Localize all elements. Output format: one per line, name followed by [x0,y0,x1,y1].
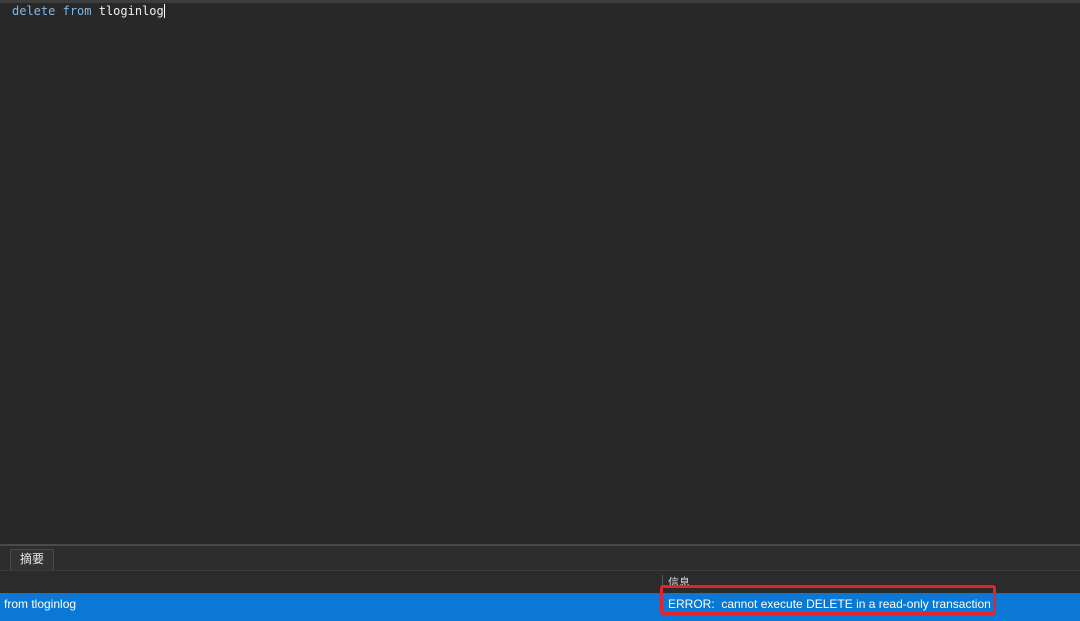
status-bar: from tloginlog ERROR: cannot execute DEL… [0,593,1080,621]
code-line[interactable]: delete from tloginlog [12,4,165,18]
results-tab-strip: 摘要 [0,546,1080,571]
status-query-text: from tloginlog [4,597,77,611]
sql-editor-window: delete from tloginlog 摘要 信息 from tloginl… [0,0,1080,621]
table-name: tloginlog [98,4,164,18]
sql-editor[interactable]: delete from tloginlog [0,3,1080,544]
tab-strip-spacer [0,550,10,570]
results-panel: 摘要 信息 [0,546,1080,593]
tab-summary[interactable]: 摘要 [10,549,54,570]
status-error-message: ERROR: cannot execute DELETE in a read-o… [668,597,991,611]
keyword-delete: delete [12,4,56,18]
keyword-from: from [62,4,92,18]
column-divider[interactable] [662,575,663,593]
column-header-info[interactable]: 信息 [668,577,690,589]
text-caret [163,4,165,18]
